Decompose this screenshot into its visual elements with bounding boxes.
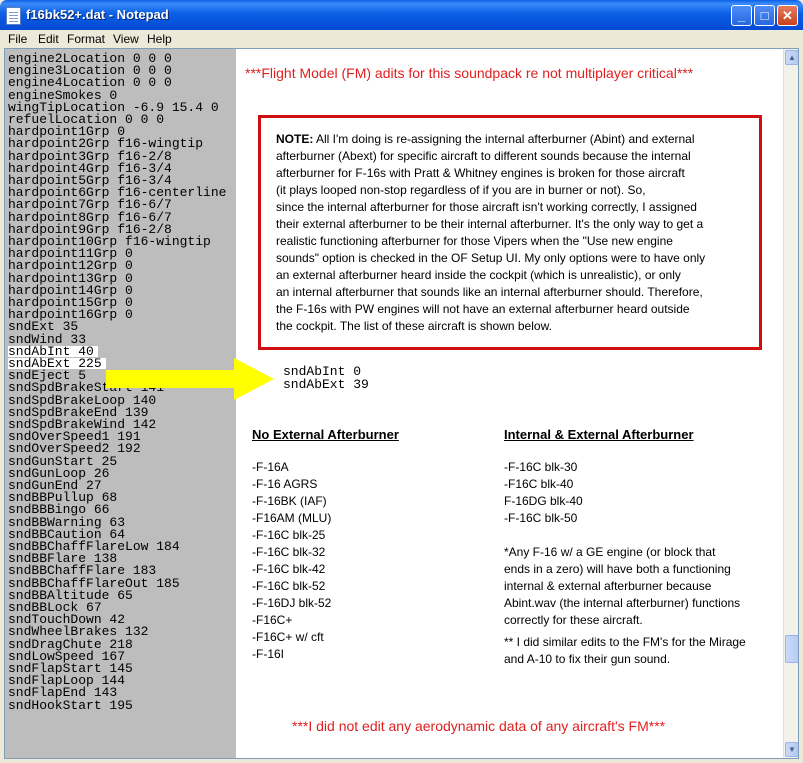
text-line: engineSmokes 0	[8, 87, 118, 103]
close-button[interactable]: ✕	[777, 5, 798, 26]
aircraft-list-item: -F-16C blk-32	[252, 545, 326, 559]
text-line: hardpoint13Grp 0	[8, 270, 133, 286]
aircraft-list-item: -F-16C blk-42	[252, 562, 326, 576]
text-line: sndBBChaffFlareOut 185	[8, 575, 180, 591]
aircraft-list-item: -F-16A	[252, 460, 289, 474]
similar-note-line: ** I did similar edits to the FM's for t…	[504, 635, 746, 649]
similar-note-line: and A-10 to fix their gun sound.	[504, 652, 671, 666]
text-line: engine4Location 0 0 0	[8, 75, 172, 91]
note-line: (it plays looped non-stop regardless of …	[276, 183, 646, 197]
internal-external-list: -F-16C blk-30 -F16C blk-40 F-16DG blk-40 -F…	[504, 459, 583, 527]
aircraft-list-item: -F-16BK (IAF)	[252, 494, 327, 508]
note-line: afterburner (Abext) for specific aircraf…	[276, 149, 691, 163]
text-line: sndFlapEnd 143	[8, 685, 118, 701]
pasted-document: ***Flight Model (FM) adits for this soun…	[236, 49, 783, 758]
aircraft-list-item: -F-16DJ blk-52	[252, 596, 332, 610]
menu-edit[interactable]: Edit	[38, 32, 59, 46]
text-line: sndWind 33	[8, 331, 87, 347]
minimize-icon: _	[737, 8, 746, 23]
note-line: afterburner for F-16s with Pratt & Whitn…	[276, 166, 685, 180]
notepad-window: f16bk52+.dat - Notepad _ □ ✕ File Edit F…	[0, 0, 803, 763]
menu-bar: File Edit Format View Help	[0, 30, 803, 48]
scroll-thumb[interactable]	[785, 635, 798, 663]
no-external-heading: No External Afterburner	[252, 427, 399, 442]
text-line: hardpoint2Grp f16-wingtip	[8, 136, 204, 152]
note-line: realistic functioning afterburner for th…	[276, 234, 673, 248]
menu-format[interactable]: Format	[67, 32, 105, 46]
text-line: hardpoint12Grp 0	[8, 258, 133, 274]
dat-text-panel[interactable]: engine2Location 0 0 0 engine3Location 0 0…	[5, 49, 236, 758]
note-line: an internal afterburner that sounds like…	[276, 285, 703, 299]
aircraft-list-item: -F16C blk-40	[504, 477, 574, 491]
notepad-icon[interactable]	[6, 7, 21, 25]
aircraft-list-item: -F-16C blk-30	[504, 460, 578, 474]
note-line: sounds" option is checked in the OF Setu…	[276, 251, 706, 265]
text-line: sndBBBingo 66	[8, 502, 110, 518]
aircraft-list-item: -F-16C blk-25	[252, 528, 326, 542]
aircraft-list-item: -F-16C blk-52	[252, 579, 326, 593]
scroll-down-button[interactable]: ▼	[785, 742, 798, 757]
text-line: hardpoint3Grp f16-2/8	[8, 148, 172, 164]
text-line: sndBBChaffFlare 183	[8, 563, 157, 579]
new-sound-values: sndAbInt 0 sndAbExt 39	[283, 365, 369, 391]
similar-edits-note: ** I did similar edits to the FM's for t…	[504, 634, 746, 668]
scroll-down-icon: ▼	[788, 745, 796, 754]
new-abext-value: sndAbExt 39	[283, 377, 369, 392]
no-external-list: -F-16A -F-16 AGRS -F-16BK (IAF) -F16AM (MLU…	[252, 459, 331, 663]
aircraft-list-item: -F16AM (MLU)	[252, 511, 332, 525]
yellow-arrow-icon	[106, 358, 274, 400]
note-line: the F-16s with PW engines will not have …	[276, 302, 690, 316]
text-area[interactable]: engine2Location 0 0 0 engine3Location 0 0…	[4, 48, 799, 759]
text-line: sndGunStart 25	[8, 453, 118, 469]
scroll-up-icon: ▲	[788, 53, 796, 62]
window-title: f16bk52+.dat - Notepad	[26, 7, 169, 22]
maximize-icon: □	[760, 8, 769, 23]
vertical-scrollbar[interactable]: ▲ ▼	[783, 49, 798, 758]
aircraft-list-item: -F-16C blk-50	[504, 511, 578, 525]
aircraft-list-item: -F-16I	[252, 647, 285, 661]
ge-engine-note: *Any F-16 w/ a GE engine (or block that e…	[504, 544, 740, 629]
ge-note-line: ends in a zero) will have both a functio…	[504, 562, 731, 576]
aircraft-list-item: -F16C+ w/ cft	[252, 630, 324, 644]
scroll-up-button[interactable]: ▲	[785, 50, 798, 65]
note-line: since the internal afterburner for those…	[276, 200, 697, 214]
ge-note-line: Abint.wav (the internal afterburner) fun…	[504, 596, 741, 610]
aircraft-list-item: -F16C+	[252, 613, 293, 627]
text-line: sndHookStart 195	[8, 697, 133, 713]
text-line: hardpoint7Grp f16-6/7	[8, 197, 172, 213]
text-line: hardpoint8Grp f16-6/7	[8, 209, 172, 225]
fm-header-note: ***Flight Model (FM) adits for this soun…	[245, 65, 694, 81]
maximize-button[interactable]: □	[754, 5, 775, 26]
note-line-text: All I'm doing is re-assigning the intern…	[313, 132, 695, 146]
note-text: NOTE: All I'm doing is re-assigning the …	[276, 131, 756, 335]
ge-note-line: internal & external afterburner because	[504, 579, 712, 593]
aircraft-list-item: -F-16 AGRS	[252, 477, 318, 491]
note-line: an external afterburner heard inside the…	[276, 268, 681, 282]
note-box: NOTE: All I'm doing is re-assigning the …	[258, 115, 762, 350]
footer-note: ***I did not edit any aerodynamic data o…	[292, 718, 666, 734]
ge-note-line: correctly for these aircraft.	[504, 613, 643, 627]
note-label: NOTE:	[276, 132, 314, 146]
text-line: sndOverSpeed2 192	[8, 441, 141, 457]
menu-help[interactable]: Help	[147, 32, 172, 46]
menu-file[interactable]: File	[8, 32, 27, 46]
text-line: sndBBWarning 63	[8, 514, 126, 530]
menu-view[interactable]: View	[113, 32, 139, 46]
title-bar[interactable]: f16bk52+.dat - Notepad _ □ ✕	[0, 0, 803, 30]
minimize-button[interactable]: _	[731, 5, 752, 26]
text-line: sndDragChute 218	[8, 636, 133, 652]
ge-note-line: *Any F-16 w/ a GE engine (or block that	[504, 545, 716, 559]
note-line: their external afterburner to be their i…	[276, 217, 704, 231]
note-line: the cockpit. The list of these aircraft …	[276, 319, 552, 333]
text-line: sndExt 35	[8, 319, 79, 335]
text-line: sndWheelBrakes 132	[8, 624, 149, 640]
aircraft-list-item: F-16DG blk-40	[504, 494, 583, 508]
internal-external-heading: Internal & External Afterburner	[504, 427, 694, 442]
close-icon: ✕	[782, 8, 793, 23]
note-line: NOTE: All I'm doing is re-assigning the …	[276, 131, 756, 148]
